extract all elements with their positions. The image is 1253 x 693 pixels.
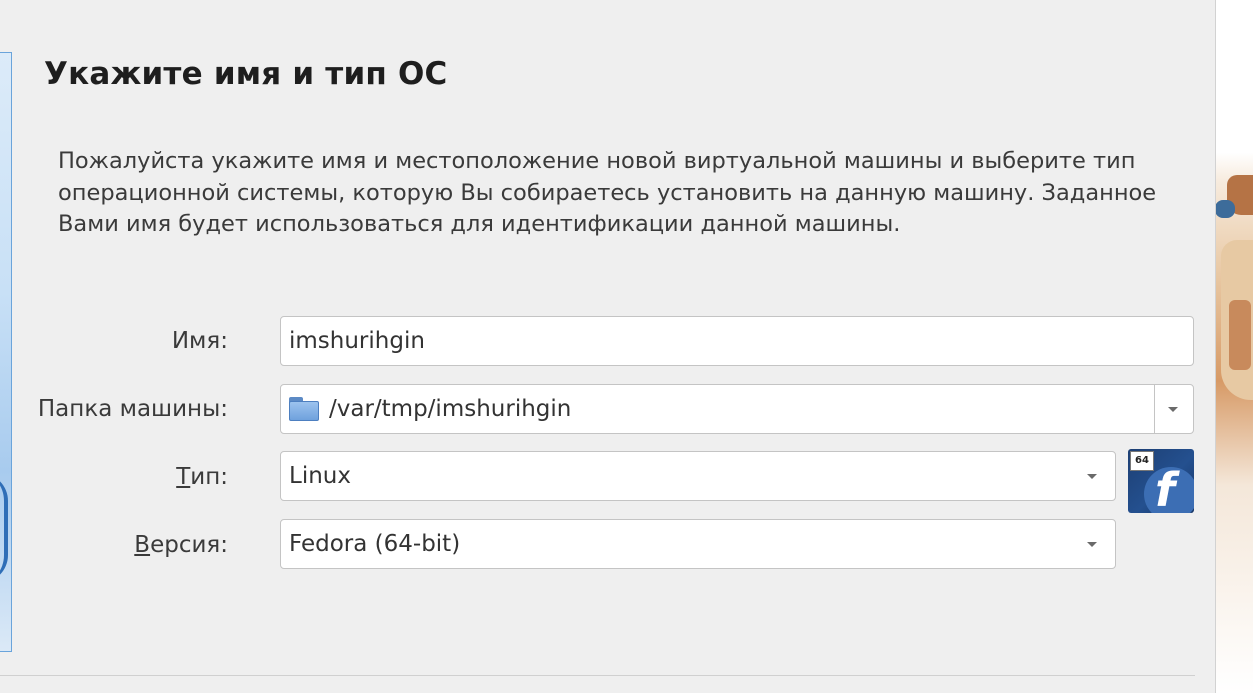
create-vm-dialog: Укажите имя и тип ОС Пожалуйста укажите …	[0, 0, 1216, 693]
chevron-down-icon	[1168, 406, 1178, 412]
folder-icon	[289, 397, 319, 421]
name-input[interactable]	[281, 317, 1193, 365]
machine-folder-value: /var/tmp/imshurihgin	[329, 396, 572, 422]
divider	[0, 675, 1195, 676]
machine-folder-combo[interactable]: /var/tmp/imshurihgin	[280, 384, 1194, 434]
type-combo[interactable]: Linux	[280, 451, 1116, 501]
name-field-frame	[280, 316, 1194, 366]
version-combo[interactable]: Fedora (64-bit)	[280, 519, 1116, 569]
page-description: Пожалуйста укажите имя и местоположение …	[58, 148, 1157, 237]
page-title: Укажите имя и тип ОС	[44, 56, 448, 92]
fedora-64-icon: f 64	[1128, 449, 1194, 513]
desktop-background	[1215, 0, 1253, 693]
version-value: Fedora (64-bit)	[289, 531, 461, 557]
bitness-badge: 64	[1130, 451, 1154, 471]
machine-folder-dropdown-button[interactable]	[1154, 385, 1193, 433]
wizard-side-image	[0, 52, 12, 652]
machine-folder-label: Папка машины:	[37, 396, 228, 422]
type-value: Linux	[289, 463, 351, 489]
version-label: Версия:	[134, 532, 228, 558]
name-label: Имя:	[171, 328, 228, 354]
chevron-down-icon	[1087, 541, 1097, 547]
chevron-down-icon	[1087, 473, 1097, 479]
type-label: Тип:	[176, 464, 228, 490]
